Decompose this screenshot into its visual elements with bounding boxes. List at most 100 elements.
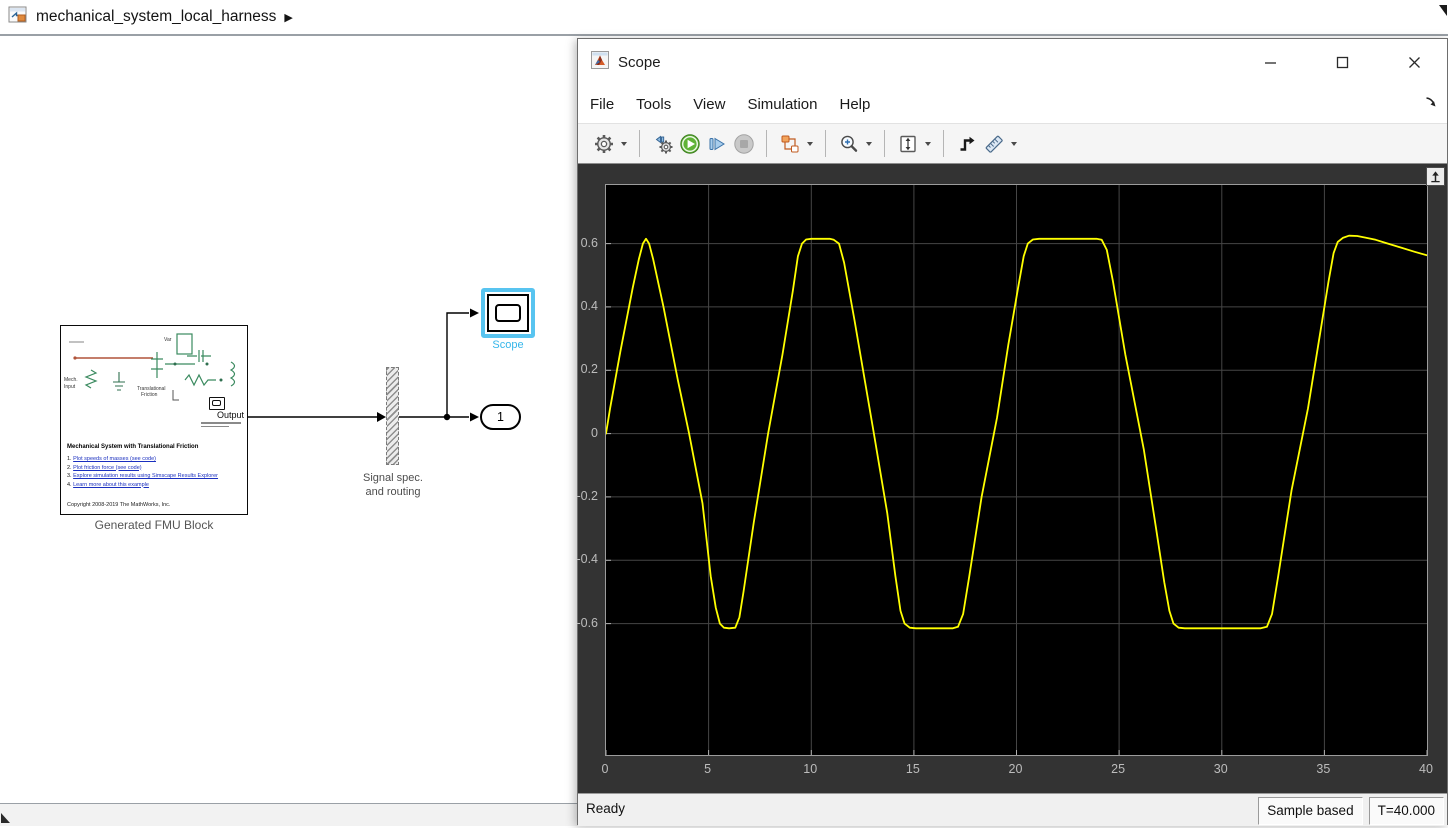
scale-axes-dropdown[interactable] bbox=[921, 130, 934, 157]
chevron-down-icon bbox=[865, 141, 872, 146]
breadcrumb-model-name[interactable]: mechanical_system_local_harness bbox=[36, 8, 276, 26]
outport-block[interactable]: 1 bbox=[480, 404, 521, 430]
fmu-description-heading: Mechanical System with Translational Fri… bbox=[67, 444, 199, 450]
step-forward-icon bbox=[709, 137, 725, 150]
svg-text:Friction: Friction bbox=[141, 392, 158, 398]
scale-axes-button[interactable] bbox=[894, 130, 921, 157]
simulink-model-icon bbox=[8, 5, 28, 30]
scope-status-bar: Ready Sample based T=40.000 bbox=[578, 793, 1447, 826]
x-tick-label: 5 bbox=[704, 762, 712, 776]
chevron-down-icon bbox=[620, 141, 627, 146]
fmu-description-line: 3. Explore simulation results using Sims… bbox=[67, 473, 219, 479]
step-forward-button[interactable] bbox=[703, 130, 730, 157]
chevron-down-icon bbox=[806, 141, 813, 146]
y-tick-label: 0.6 bbox=[580, 235, 598, 250]
trigger-icon bbox=[960, 136, 974, 151]
zoom-in-button[interactable] bbox=[835, 130, 862, 157]
highlight-block-icon bbox=[781, 135, 798, 152]
run-button[interactable] bbox=[676, 130, 703, 157]
close-button[interactable] bbox=[1399, 48, 1429, 76]
gear-icon bbox=[594, 134, 613, 153]
fmu-thumbnail-labels: Mech.InputVarTranslationalFriction bbox=[64, 337, 172, 398]
cursor-measurements-button[interactable] bbox=[980, 130, 1007, 157]
fmu-description-line: 4. Learn more about this example bbox=[67, 481, 149, 488]
scope-toolbar bbox=[578, 123, 1447, 164]
scope-block-selected[interactable] bbox=[481, 288, 535, 338]
measurements-icon bbox=[985, 135, 1003, 153]
menu-simulation[interactable]: Simulation bbox=[736, 86, 828, 123]
configuration-properties-dropdown[interactable] bbox=[617, 130, 630, 157]
fmu-block-name[interactable]: Generated FMU Block bbox=[30, 518, 278, 532]
x-tick-label: 0 bbox=[601, 762, 609, 776]
configuration-properties-button[interactable] bbox=[590, 130, 617, 157]
toolbar-separator bbox=[825, 130, 826, 157]
sim-time-cell: T=40.000 bbox=[1368, 797, 1444, 825]
y-tick-label: -0.6 bbox=[576, 615, 598, 630]
status-text: Ready bbox=[586, 801, 626, 816]
fit-view-icon bbox=[899, 135, 916, 152]
scope-axes[interactable] bbox=[605, 184, 1428, 756]
breadcrumb: mechanical_system_local_harness ▶ bbox=[0, 0, 1448, 36]
dock-icon[interactable] bbox=[1424, 95, 1438, 114]
waveform-plot bbox=[605, 185, 1428, 755]
scope-block-name[interactable]: Scope bbox=[468, 339, 548, 351]
x-tick-label: 10 bbox=[803, 762, 818, 776]
menu-view[interactable]: View bbox=[682, 86, 736, 123]
menu-file[interactable]: File bbox=[579, 86, 625, 123]
status-cells: Sample based T=40.000 bbox=[1258, 797, 1444, 825]
fmu-description-links: 1. Plot speeds of masses (see code) 2. Pl… bbox=[67, 455, 243, 489]
y-tick-label: 0.2 bbox=[580, 362, 598, 377]
window-title: Scope bbox=[618, 54, 661, 71]
toolbar-separator bbox=[639, 130, 640, 157]
maximize-button[interactable] bbox=[1327, 48, 1357, 76]
highlight-simulink-block-dropdown[interactable] bbox=[803, 130, 816, 157]
stepping-options-button[interactable] bbox=[649, 130, 676, 157]
x-tick-label: 15 bbox=[905, 762, 920, 776]
x-tick-label: 35 bbox=[1316, 762, 1331, 776]
run-icon bbox=[679, 133, 700, 154]
cursor-measurements-dropdown[interactable] bbox=[1007, 130, 1020, 157]
sample-mode-cell: Sample based bbox=[1258, 797, 1363, 825]
zoom-in-icon bbox=[840, 135, 857, 152]
y-tick-label: -0.4 bbox=[576, 552, 598, 567]
toolbar-separator bbox=[943, 130, 944, 157]
stop-icon bbox=[733, 133, 754, 154]
stepping-options-icon bbox=[655, 135, 672, 153]
svg-text:Input: Input bbox=[64, 384, 76, 390]
x-tick-label: 40 bbox=[1419, 762, 1433, 776]
chevron-down-icon bbox=[1010, 141, 1017, 146]
fmu-copyright: Copyright 2008-2019 The MathWorks, Inc. bbox=[67, 502, 171, 508]
scope-block-screen-icon bbox=[495, 304, 521, 322]
x-tick-label: 30 bbox=[1213, 762, 1228, 776]
x-tick-label: 25 bbox=[1111, 762, 1126, 776]
triggers-button[interactable] bbox=[953, 130, 980, 157]
generated-fmu-block[interactable]: Mech. Input Var Translational Friction Outpu… bbox=[60, 325, 248, 515]
scope-titlebar[interactable]: Scope bbox=[578, 39, 1447, 86]
svg-text:Mech.: Mech. bbox=[64, 377, 78, 383]
fmu-description-line: 2. Plot friction force (see code) bbox=[67, 464, 142, 471]
minimize-button[interactable] bbox=[1255, 48, 1285, 76]
menu-help[interactable]: Help bbox=[829, 86, 882, 123]
menu-tools[interactable]: Tools bbox=[625, 86, 682, 123]
clipped-corner-glyph bbox=[1439, 3, 1447, 21]
restore-axes-button[interactable] bbox=[1426, 167, 1445, 186]
chevron-down-icon bbox=[924, 141, 931, 146]
highlight-simulink-block-button[interactable] bbox=[776, 130, 803, 157]
clipped-bottom-glyph bbox=[1, 810, 10, 828]
x-tick-label: 20 bbox=[1008, 762, 1023, 776]
signal-spec-block-name[interactable]: Signal spec. and routing bbox=[330, 472, 456, 499]
fmu-output-caption-marks bbox=[201, 422, 241, 429]
y-tick-label: 0.4 bbox=[580, 298, 598, 313]
scope-menu-bar: File Tools View Simulation Help bbox=[578, 86, 1447, 123]
breadcrumb-caret-icon[interactable]: ▶ bbox=[284, 11, 292, 24]
svg-text:Var: Var bbox=[164, 337, 172, 343]
stop-button[interactable] bbox=[730, 130, 757, 157]
toolbar-separator bbox=[766, 130, 767, 157]
y-tick-label: -0.2 bbox=[576, 488, 598, 503]
toolbar-separator bbox=[884, 130, 885, 157]
zoom-in-dropdown[interactable] bbox=[862, 130, 875, 157]
scope-block[interactable] bbox=[487, 294, 529, 332]
fmu-output-port-label: Output bbox=[216, 410, 244, 420]
editor-status-strip bbox=[0, 803, 578, 826]
signal-spec-block[interactable] bbox=[386, 367, 399, 465]
